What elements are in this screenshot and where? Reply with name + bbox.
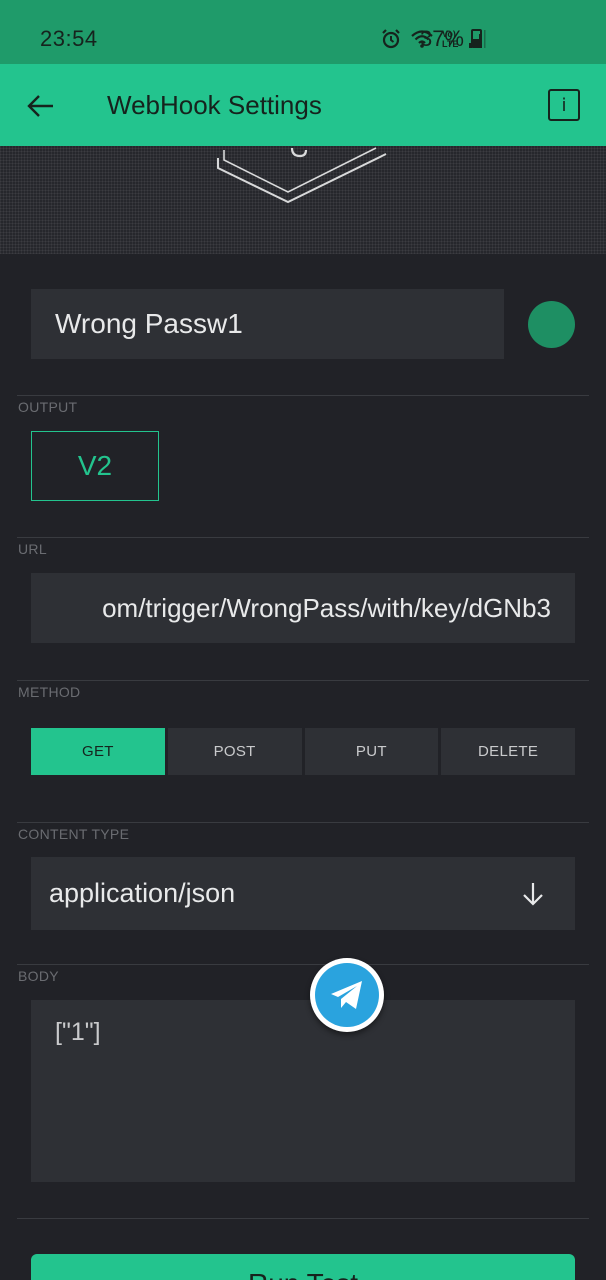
info-button[interactable]: i (548, 89, 580, 121)
widget-name-input[interactable]: Wrong Passw1 (31, 289, 504, 359)
body-textarea[interactable]: ["1"] (31, 1000, 575, 1182)
webhook-illustration (217, 147, 387, 204)
info-icon: i (561, 94, 567, 116)
body-value: ["1"] (55, 1018, 101, 1046)
battery-icon (471, 29, 482, 48)
back-arrow-icon[interactable] (26, 92, 56, 120)
app-bar: WebHook Settings i (0, 64, 606, 146)
divider (17, 680, 589, 681)
method-delete-button[interactable]: DELETE (441, 728, 575, 775)
content-type-value: application/json (49, 878, 236, 908)
battery-percent: 37% (419, 26, 464, 51)
status-time: 23:54 (40, 26, 98, 51)
url-value: om/trigger/WrongPass/with/key/dGNb3 (102, 592, 551, 623)
method-get-button[interactable]: GET (31, 728, 165, 775)
divider (17, 537, 589, 538)
divider (17, 964, 589, 965)
arrow-down-icon (523, 883, 543, 906)
run-test-button[interactable]: Run Test (31, 1254, 575, 1280)
output-label: OUTPUT (18, 399, 78, 415)
divider (17, 822, 589, 823)
method-label: METHOD (18, 684, 81, 700)
url-label: URL (18, 541, 47, 557)
divider (17, 395, 589, 396)
url-input[interactable]: om/trigger/WrongPass/with/key/dGNb3 (31, 573, 575, 643)
divider (17, 1218, 589, 1219)
run-test-label: Run Test (248, 1268, 358, 1280)
method-put-button[interactable]: PUT (304, 728, 439, 775)
content-type-label: CONTENT TYPE (18, 826, 130, 842)
status-bar: 23:54 Vo) LTE 37% (0, 0, 606, 64)
page-title: WebHook Settings (107, 90, 322, 120)
color-picker[interactable] (528, 301, 575, 348)
output-pin-button[interactable]: V2 (31, 431, 159, 501)
method-segmented-control: GET POST PUT DELETE (31, 728, 575, 775)
telegram-icon (315, 963, 379, 1027)
alarm-icon (382, 29, 400, 49)
content-type-select[interactable]: application/json (31, 857, 575, 930)
body-label: BODY (18, 968, 59, 984)
widget-banner (0, 146, 606, 254)
telegram-bubble[interactable] (310, 958, 384, 1032)
method-post-button[interactable]: POST (167, 728, 302, 775)
